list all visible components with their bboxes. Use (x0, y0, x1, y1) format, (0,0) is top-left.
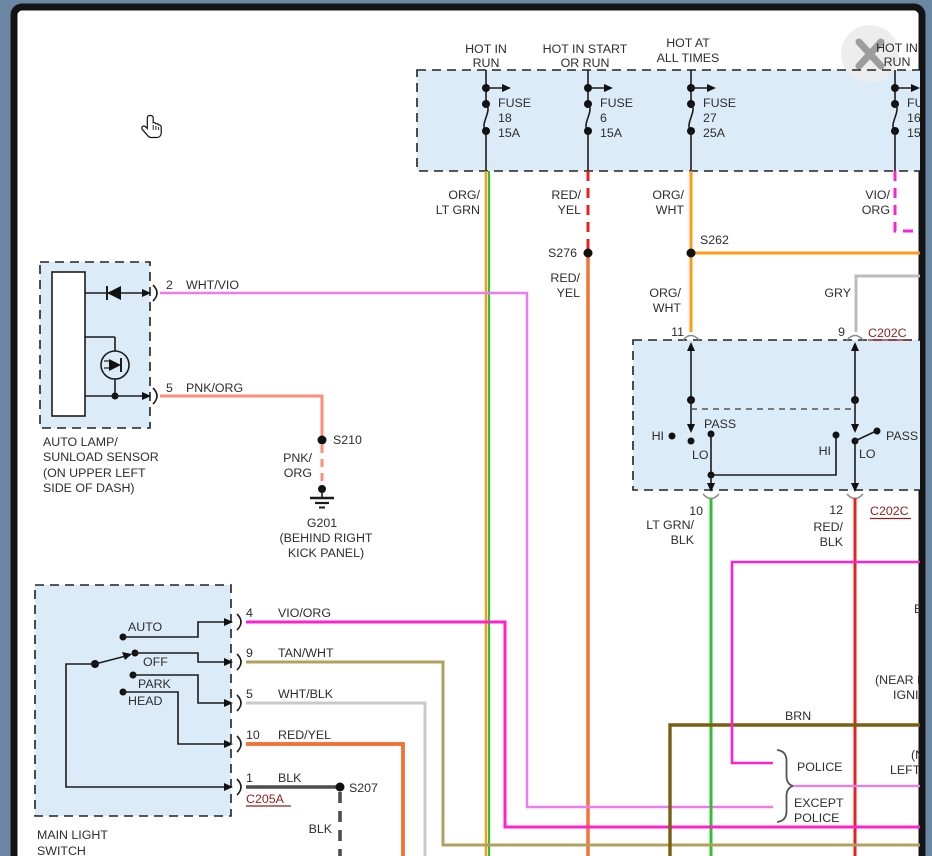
component-name: (ON UPPER LEFT (43, 466, 146, 480)
wire-label: RED/ (551, 188, 581, 202)
feed-title: HOT IN START (543, 42, 628, 56)
pin-wire-name: RED/YEL (278, 728, 331, 742)
connector-label: C205A (246, 792, 285, 806)
wire-label: WHT (653, 301, 682, 315)
position-label-off: OFF (143, 655, 168, 669)
component-name: AUTO LAMP/ (43, 435, 118, 449)
wire-label: WHT (656, 203, 685, 217)
splice-s207-label: S207 (349, 781, 378, 795)
wire-label: LT GRN/ (646, 518, 694, 532)
fuse-rating: 25A (703, 126, 726, 140)
wire-label: YEL (557, 286, 581, 300)
position-label-lo: LO (859, 447, 876, 461)
pin-number: 9 (838, 325, 845, 339)
pin-number: 12 (829, 503, 843, 517)
police-note: POLICE (797, 760, 842, 774)
splice-s262-label: S262 (700, 233, 729, 247)
position-label-pass: PASS (704, 417, 736, 431)
splice-s276 (584, 249, 593, 258)
pin-wire-name: TAN/WHT (278, 646, 334, 660)
splice-s210-label: S210 (333, 433, 362, 447)
fuse-rating: 15A (600, 126, 623, 140)
component-name: SUNLOAD SENSOR (43, 450, 159, 464)
wire-label: BRN (785, 709, 811, 723)
splice-s262 (687, 249, 696, 258)
pin-number: 10 (246, 728, 260, 742)
wiring-diagram-window: HOT IN RUN FUSE 18 15A ORG/ LT GRN HOT I… (0, 0, 932, 856)
wire-label: RED/ (550, 271, 580, 285)
pin-wire-name: VIO/ORG (278, 606, 331, 620)
position-label-hi: HI (652, 429, 664, 443)
pin-number: 4 (246, 606, 253, 620)
pin-number: 11 (671, 325, 684, 339)
connector-label: C202C (870, 504, 909, 518)
feed-title: OR RUN (561, 56, 610, 70)
feed-title: RUN (884, 55, 911, 69)
position-label-head: HEAD (128, 694, 162, 708)
pin-wire-name: PNK/ORG (186, 381, 243, 395)
ground-id: G201 (307, 516, 337, 530)
ground-location: KICK PANEL) (288, 546, 364, 560)
fuse-label: FUSE (498, 96, 531, 110)
wire-label: PNK/ (283, 451, 312, 465)
pin-wire-name: WHT/VIO (186, 278, 239, 292)
position-label-lo: LO (692, 448, 709, 462)
wire-label: ORG (862, 203, 890, 217)
splice-s276-label: S276 (548, 246, 577, 260)
feed-title: HOT AT (666, 36, 710, 50)
position-label-hi: HI (819, 444, 831, 458)
wire-label: ORG/ (448, 188, 480, 202)
ground-location: (BEHIND RIGHT (280, 531, 373, 545)
fuse-label: FUSE (600, 96, 633, 110)
pin-number: 1 (246, 771, 253, 785)
fuse-box-fill (417, 70, 927, 171)
pin-number: 5 (246, 687, 253, 701)
fuse-rating: 15A (498, 126, 521, 140)
feed-title: HOT IN (465, 42, 507, 56)
feed-title: ALL TIMES (657, 51, 720, 65)
component-name: SIDE OF DASH) (43, 481, 135, 495)
pin-number: 9 (246, 646, 253, 660)
connector-label: C202C (868, 326, 907, 340)
component-name: MAIN LIGHT (37, 828, 108, 842)
wire-label: BLK (820, 535, 844, 549)
splice-s207 (336, 783, 345, 792)
wire-label: VIO/ (865, 188, 890, 202)
fuse-number: 18 (498, 111, 512, 125)
pin-number: 10 (689, 504, 703, 518)
fuse-number: 6 (600, 111, 607, 125)
feed-title: RUN (473, 56, 500, 70)
position-label-pass: PASS (886, 429, 918, 443)
pin-wire-name: BLK (278, 771, 302, 785)
wire-label: GRY (824, 286, 851, 300)
wire-label: RED/ (813, 520, 843, 534)
wiring-diagram-canvas: HOT IN RUN FUSE 18 15A ORG/ LT GRN HOT I… (0, 0, 932, 856)
pin-wire-name: WHT/BLK (278, 687, 334, 701)
pin-number: 2 (166, 278, 173, 292)
wire-label: ORG/ (649, 286, 681, 300)
position-label-auto: AUTO (128, 620, 163, 634)
component-name: SWITCH (37, 844, 86, 856)
except-police-note: EXCEPT (794, 796, 844, 810)
wire-label: YEL (558, 203, 582, 217)
pin-number: 5 (166, 381, 173, 395)
wire-label: LT GRN (436, 203, 480, 217)
fuse-label: FUSE (703, 96, 736, 110)
except-police-note: POLICE (794, 811, 839, 825)
wire-label: ORG (284, 466, 312, 480)
wire-label: BLK (309, 822, 333, 836)
wire-label: ORG/ (652, 188, 684, 202)
splice-s210 (318, 436, 327, 445)
position-label-park: PARK (138, 677, 172, 691)
feed-title: HOT IN (876, 41, 918, 55)
fuse-number: 16 (907, 111, 921, 125)
fuse-number: 27 (703, 111, 717, 125)
wire-label: BLK (671, 533, 695, 547)
